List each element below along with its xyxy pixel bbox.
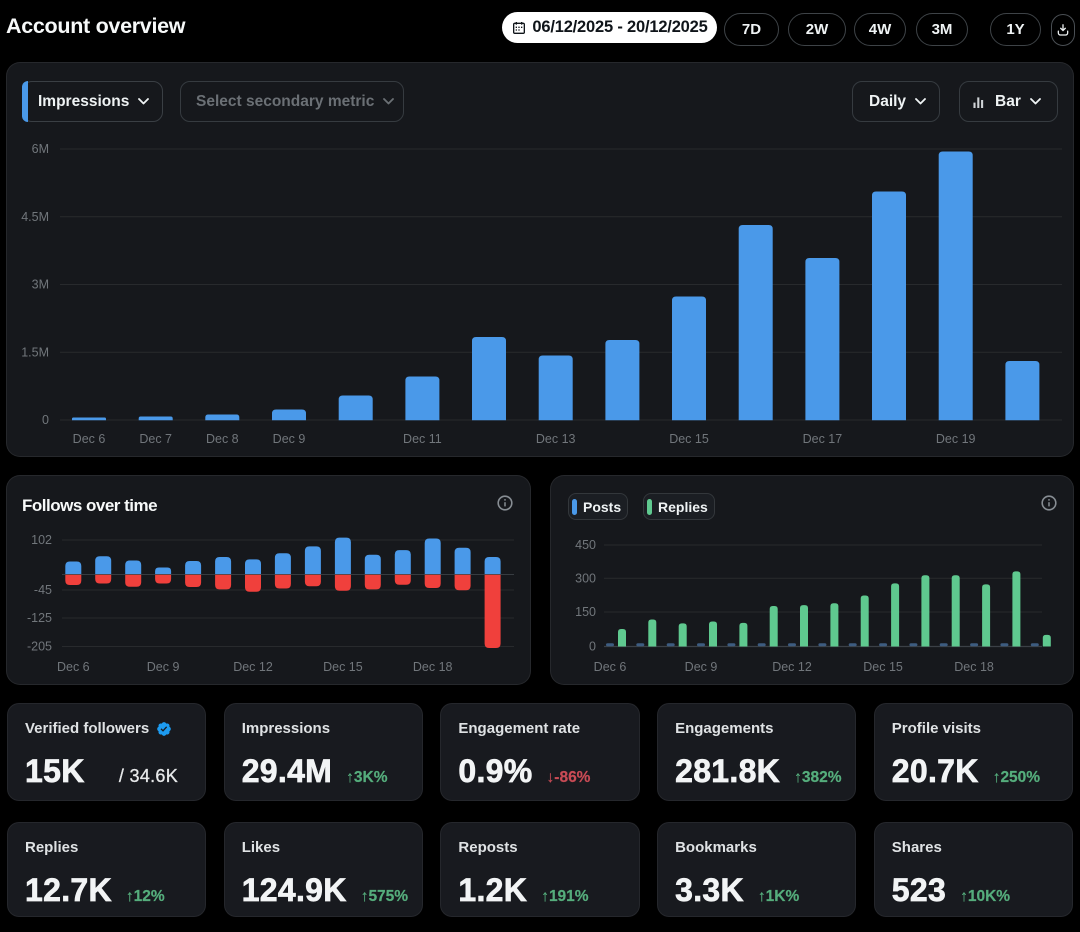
svg-text:3M: 3M [32,278,49,292]
svg-text:1.5M: 1.5M [21,345,49,359]
svg-text:0: 0 [589,640,596,654]
svg-text:-125: -125 [27,611,52,625]
svg-text:150: 150 [575,605,596,619]
svg-text:Dec 9: Dec 9 [273,432,306,446]
svg-text:Dec 6: Dec 6 [57,660,90,674]
svg-text:Dec 8: Dec 8 [206,432,239,446]
svg-text:Dec 7: Dec 7 [139,432,172,446]
svg-text:4.5M: 4.5M [21,210,49,224]
svg-text:Dec 18: Dec 18 [954,660,994,674]
svg-text:Dec 12: Dec 12 [772,660,812,674]
svg-text:6M: 6M [32,142,49,156]
svg-text:Dec 17: Dec 17 [803,432,843,446]
svg-text:Dec 12: Dec 12 [233,660,273,674]
svg-text:450: 450 [575,538,596,552]
svg-text:Dec 15: Dec 15 [863,660,903,674]
svg-text:Dec 19: Dec 19 [936,432,976,446]
svg-text:Dec 18: Dec 18 [413,660,453,674]
svg-text:Dec 6: Dec 6 [594,660,627,674]
svg-text:102: 102 [31,533,52,547]
svg-text:0: 0 [42,413,49,427]
svg-text:300: 300 [575,571,596,585]
svg-text:Dec 15: Dec 15 [323,660,363,674]
svg-text:Dec 15: Dec 15 [669,432,709,446]
svg-text:Dec 13: Dec 13 [536,432,576,446]
svg-text:-45: -45 [34,583,52,597]
svg-text:Dec 6: Dec 6 [73,432,106,446]
svg-text:Dec 9: Dec 9 [685,660,718,674]
svg-text:Dec 11: Dec 11 [403,432,442,446]
svg-text:-205: -205 [27,640,52,654]
svg-text:Dec 9: Dec 9 [147,660,180,674]
